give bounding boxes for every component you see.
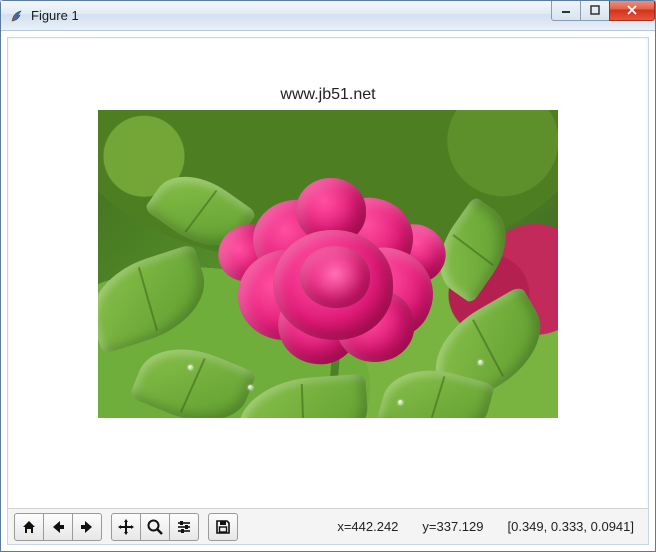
arrow-left-icon xyxy=(49,518,67,536)
window-controls xyxy=(552,1,655,21)
app-feather-icon xyxy=(9,8,25,24)
save-icon xyxy=(214,518,232,536)
move-icon xyxy=(117,518,135,536)
minimize-button[interactable] xyxy=(551,1,581,21)
window-title: Figure 1 xyxy=(31,8,552,23)
maximize-button[interactable] xyxy=(580,1,610,21)
pan-button[interactable] xyxy=(111,513,141,541)
titlebar[interactable]: Figure 1 xyxy=(1,1,655,31)
navigation-toolbar: x=442.242 y=337.129 [0.349, 0.333, 0.094… xyxy=(8,508,648,544)
home-button[interactable] xyxy=(14,513,44,541)
figure-window: Figure 1 www.jb51.net xyxy=(0,0,656,552)
minimize-icon xyxy=(561,5,571,15)
arrow-right-icon xyxy=(78,518,96,536)
plot-title: www.jb51.net xyxy=(280,86,375,104)
zoom-button[interactable] xyxy=(140,513,170,541)
forward-button[interactable] xyxy=(72,513,102,541)
maximize-icon xyxy=(590,5,600,15)
status-readout: x=442.242 y=337.129 [0.349, 0.333, 0.094… xyxy=(337,519,642,534)
sliders-icon xyxy=(175,518,193,536)
client-area: www.jb51.net xyxy=(7,37,649,545)
close-icon xyxy=(626,5,638,15)
displayed-image xyxy=(98,110,558,418)
save-button[interactable] xyxy=(208,513,238,541)
back-button[interactable] xyxy=(43,513,73,541)
zoom-icon xyxy=(146,518,164,536)
cursor-y-label: y= xyxy=(422,519,436,534)
cursor-y-value: 337.129 xyxy=(437,519,484,534)
flower-subject xyxy=(208,170,458,380)
close-button[interactable] xyxy=(609,1,655,21)
cursor-rgb-value: [0.349, 0.333, 0.0941] xyxy=(508,519,635,534)
configure-subplots-button[interactable] xyxy=(169,513,199,541)
cursor-x-label: x= xyxy=(337,519,351,534)
figure-canvas[interactable]: www.jb51.net xyxy=(8,38,648,508)
cursor-x-value: 442.242 xyxy=(351,519,398,534)
home-icon xyxy=(20,518,38,536)
